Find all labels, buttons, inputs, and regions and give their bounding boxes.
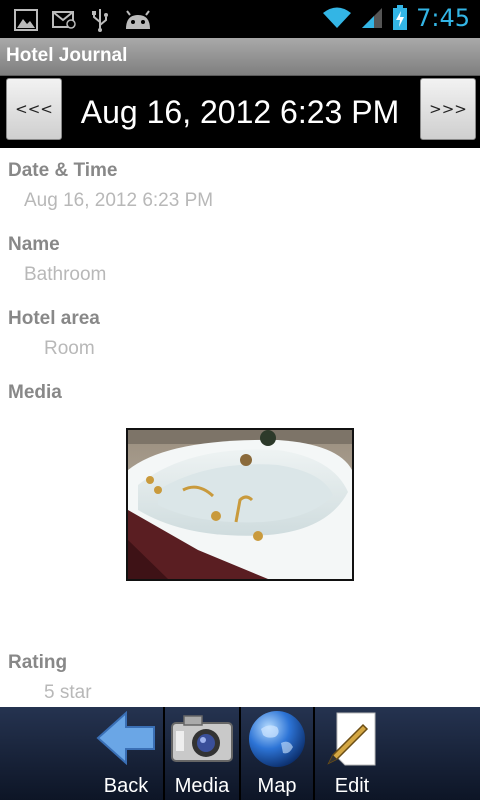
back-button-label: Back	[103, 775, 149, 797]
media-photo-thumbnail[interactable]	[126, 428, 354, 581]
media-label: Media	[8, 382, 62, 403]
entry-details[interactable]: Date & Time Aug 16, 2012 6:23 PM Name Ba…	[0, 148, 480, 707]
map-button[interactable]: Map	[241, 707, 313, 800]
signal-icon	[362, 8, 383, 28]
hotel-area-value: Room	[44, 338, 95, 359]
rating-value: 5 star	[44, 682, 92, 703]
datetime-label: Date & Time	[8, 160, 118, 181]
status-bar: 7:45	[0, 0, 480, 38]
globe-icon	[249, 711, 305, 767]
media-button[interactable]: Media	[165, 707, 239, 800]
name-value: Bathroom	[24, 264, 107, 285]
previous-entry-button[interactable]: <<<	[6, 78, 62, 140]
android-debug-icon	[126, 10, 150, 29]
battery-charging-icon	[393, 5, 408, 30]
bottom-toolbar: Back Media Map Edit	[0, 707, 480, 800]
edit-pencil-icon	[327, 712, 376, 766]
app-title-bar: Hotel Journal	[0, 38, 480, 76]
back-button[interactable]: Back	[88, 707, 164, 800]
edit-button[interactable]: Edit	[315, 707, 389, 800]
gallery-notification-icon	[14, 9, 38, 31]
name-label: Name	[8, 234, 60, 255]
hotel-area-label: Hotel area	[8, 308, 100, 329]
date-navigator: <<< Aug 16, 2012 6:23 PM >>>	[0, 76, 480, 148]
email-notification-icon	[52, 11, 76, 29]
map-button-label: Map	[257, 775, 297, 797]
usb-icon	[92, 9, 108, 32]
next-entry-button[interactable]: >>>	[420, 78, 476, 140]
bathtub-photo	[128, 430, 352, 579]
current-entry-date: Aug 16, 2012 6:23 PM	[80, 94, 400, 130]
edit-button-label: Edit	[334, 775, 370, 797]
wifi-icon	[323, 7, 352, 28]
status-clock: 7:45	[416, 4, 470, 32]
camera-icon	[171, 715, 233, 762]
rating-label: Rating	[8, 652, 68, 673]
media-button-label: Media	[174, 775, 230, 797]
back-arrow-icon	[96, 711, 155, 765]
app-title: Hotel Journal	[6, 45, 128, 66]
datetime-value: Aug 16, 2012 6:23 PM	[24, 190, 214, 211]
